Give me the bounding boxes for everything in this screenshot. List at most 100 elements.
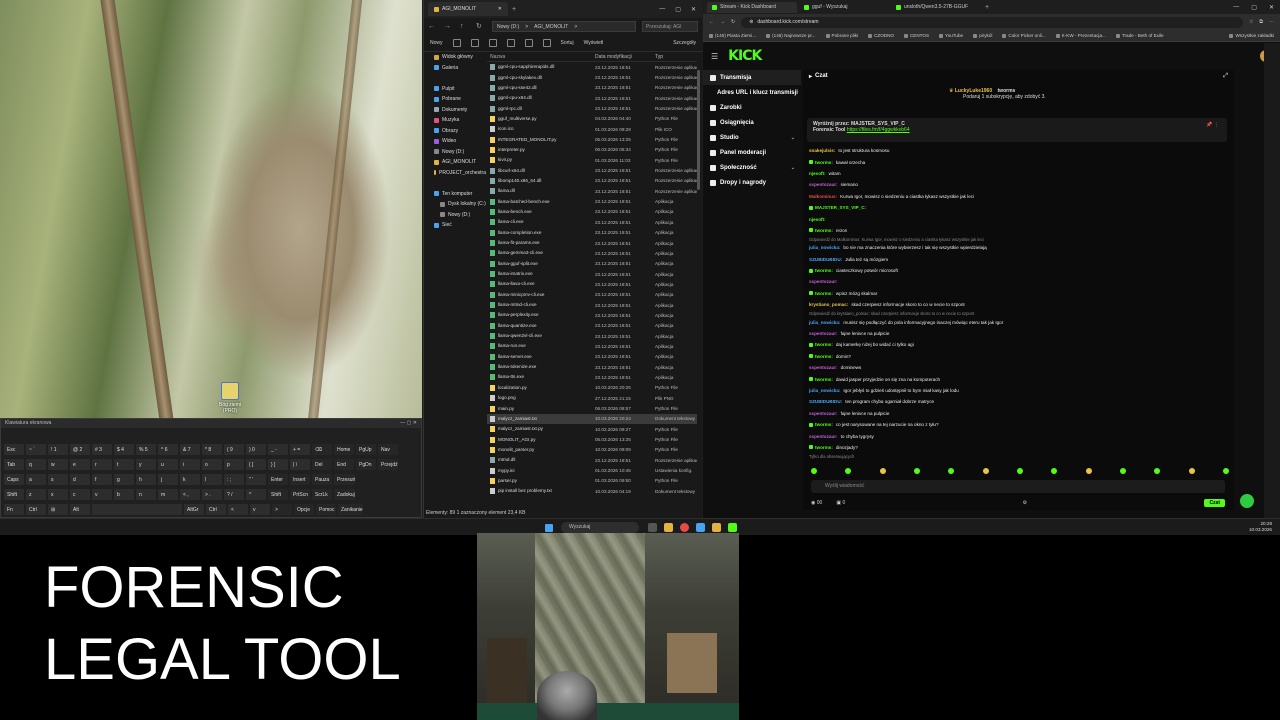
keyboard-key[interactable]: Shift (4, 489, 24, 500)
chat-username[interactable]: tworms: (815, 228, 833, 233)
keyboard-key[interactable]: > . (202, 489, 222, 500)
nav-item[interactable]: Sieć (424, 220, 486, 231)
chat-username[interactable]: SZUBIDUBIDU: (809, 399, 842, 404)
keyboard-key[interactable]: End (334, 459, 354, 470)
minimize-icon[interactable]: — (1233, 4, 1239, 11)
table-row[interactable]: llama-completion.exe 23.12.2025 18:51 Apli… (487, 228, 697, 238)
keyboard-key[interactable]: ! 1 (48, 444, 68, 455)
table-row[interactable]: logo.png 27.12.2025 21:15 Plik PNG (487, 393, 697, 403)
keyboard-key[interactable]: Nav (378, 444, 398, 455)
chat-username[interactable]: sspentozaur: (809, 411, 838, 416)
bookmark-item[interactable]: K-KW - Prezentacja... (1055, 33, 1106, 38)
nav-item[interactable]: Pobrane (424, 94, 486, 105)
breadcrumb-drive[interactable]: Nowy (D:) (497, 24, 519, 30)
details-button[interactable]: Szczegóły (673, 40, 696, 46)
nav-item[interactable]: PROJECT_orchestra (424, 168, 486, 179)
keyboard-key[interactable]: ( 9 (224, 444, 244, 455)
keyboard-key[interactable]: q (26, 459, 46, 470)
chat-username[interactable]: tworms: (815, 342, 833, 347)
keyboard-key[interactable]: p (224, 459, 244, 470)
emote-icon[interactable] (1222, 468, 1229, 474)
keyboard-key[interactable]: < (228, 504, 248, 515)
copy-icon[interactable] (470, 38, 479, 47)
emote-icon[interactable] (811, 468, 817, 474)
table-row[interactable]: interpreter.py 06.03.2026 05:34 Python Fil… (487, 145, 697, 155)
sidebar-item[interactable]: Społeczność ⌄ (703, 160, 801, 175)
chat-username[interactable]: sspentozaur: (809, 182, 838, 187)
keyboard-key[interactable]: g (114, 474, 134, 485)
bookmark-item[interactable]: Color Picker onli... (1002, 33, 1046, 38)
keyboard-key[interactable]: Caps (4, 474, 24, 485)
emote-icon[interactable] (982, 468, 989, 474)
keyboard-key[interactable]: e (70, 459, 90, 470)
new-tab-icon[interactable]: + (985, 4, 989, 11)
emote-icon[interactable] (1016, 468, 1023, 474)
maximize-icon[interactable]: ▢ (1251, 4, 1257, 11)
nav-item[interactable]: Obrazy (424, 126, 486, 137)
keyboard-key[interactable]: PgUp (356, 444, 376, 455)
table-row[interactable]: icon.ico 01.03.2026 09:28 Plik ICO (487, 124, 697, 134)
sidebar-item[interactable]: Dropy i nagrody (703, 175, 801, 190)
star-icon[interactable]: ☆ (1249, 19, 1253, 25)
browser-tab[interactable]: unsloth/Qwen3.5-27B-GGUF (891, 2, 981, 13)
chat-username[interactable]: sspentozaur: (809, 365, 838, 370)
table-row[interactable]: llama-fit-params.exe 23.12.2025 18:51 Apli… (487, 238, 697, 248)
bookmark-item[interactable]: (146) Piasta Ziemi... (709, 33, 756, 38)
keyboard-key[interactable]: Przesuń (334, 474, 356, 485)
keyboard-key[interactable]: Insert (290, 474, 310, 485)
table-row[interactable]: llama-run.exe 23.12.2025 18:51 Aplikacja (487, 341, 697, 351)
bookmark-item[interactable]: pirykól (973, 33, 992, 38)
table-row[interactable]: parser.py 01.03.2026 09:50 Python File (487, 476, 697, 486)
site-info-icon[interactable]: ⊜ (749, 19, 753, 25)
table-row[interactable]: llama-tokenize.exe 23.12.2025 18:51 Aplika… (487, 362, 697, 372)
chat-username[interactable]: tworms: (815, 268, 833, 273)
kick-logo[interactable]: KICK (728, 48, 762, 64)
nav-item[interactable]: Nowy (D:) (424, 210, 486, 221)
table-row[interactable]: main.py 06.03.2026 08:57 Python File (487, 403, 697, 413)
bookmark-item[interactable]: Wszystkie zakładki (1229, 33, 1274, 38)
explorer-tab[interactable]: AGI_MONOLIT ✕ (428, 2, 508, 16)
keyboard-key[interactable]: $ 4 (114, 444, 134, 455)
column-type[interactable]: Typ (655, 54, 697, 60)
view-button[interactable]: Wyświetl (584, 40, 604, 46)
nav-item[interactable]: Muzyka (424, 115, 486, 126)
explorer-search-input[interactable]: Przeszukaj: AGI (642, 20, 698, 32)
keyboard-key[interactable]: Ctrl (206, 504, 226, 515)
chat-username[interactable]: sspentozaur: (809, 434, 838, 439)
chrome-icon[interactable] (680, 523, 689, 532)
bookmark-item[interactable]: CZODNO (868, 33, 894, 38)
forward-icon[interactable]: → (720, 19, 725, 25)
keyboard-key[interactable]: Del (312, 459, 332, 470)
keyboard-key[interactable]: Fn (4, 504, 24, 515)
table-row[interactable]: llama.dll 23.12.2025 18:51 Rozszerzenie ap… (487, 186, 697, 196)
column-date[interactable]: Data modyfikacji (595, 54, 655, 60)
keyboard-key[interactable]: d (70, 474, 90, 485)
back-icon[interactable]: ← (709, 19, 714, 25)
keyboard-key[interactable]: { [ (246, 459, 266, 470)
back-icon[interactable]: ← (428, 23, 438, 30)
keyboard-key[interactable]: o (202, 459, 222, 470)
table-row[interactable]: INTEGRATED_MONOLIT.py 05.03.2026 13:25 Pyt… (487, 134, 697, 144)
keyboard-key[interactable]: j (158, 474, 178, 485)
keyboard-key[interactable]: a (26, 474, 46, 485)
keyboard-key[interactable]: ⌫ (312, 444, 332, 455)
keyboard-key[interactable]: u (158, 459, 178, 470)
emote-icon[interactable] (1085, 468, 1092, 474)
chat-input[interactable]: Wyślij wiadomość (811, 480, 1225, 493)
keyboard-key[interactable]: " ' (246, 474, 266, 485)
pin-icon[interactable]: 📌 ⋮ (1206, 122, 1219, 128)
bookmark-item[interactable]: CENTOS (903, 33, 929, 38)
keyboard-key[interactable]: y (136, 459, 156, 470)
keyboard-key[interactable]: Przejdź (378, 459, 398, 470)
chat-username[interactable]: krystiano_pomac: (809, 302, 848, 307)
bookmark-item[interactable]: YouTube (939, 33, 963, 38)
chat-send-button[interactable]: Czat (1204, 499, 1225, 507)
keyboard-key[interactable]: Zanikanie (338, 504, 363, 515)
keyboard-key[interactable]: r (92, 459, 112, 470)
breadcrumb-folder[interactable]: AGI_MONOLIT (534, 24, 568, 30)
table-row[interactable]: llama-cli.exe 23.12.2025 18:51 Aplikacja (487, 217, 697, 227)
close-icon[interactable]: ✕ (1269, 4, 1274, 11)
sidebar-item[interactable]: Panel moderacji (703, 145, 801, 160)
refresh-icon[interactable]: ↻ (476, 22, 486, 30)
keyboard-key[interactable]: v (250, 504, 270, 515)
